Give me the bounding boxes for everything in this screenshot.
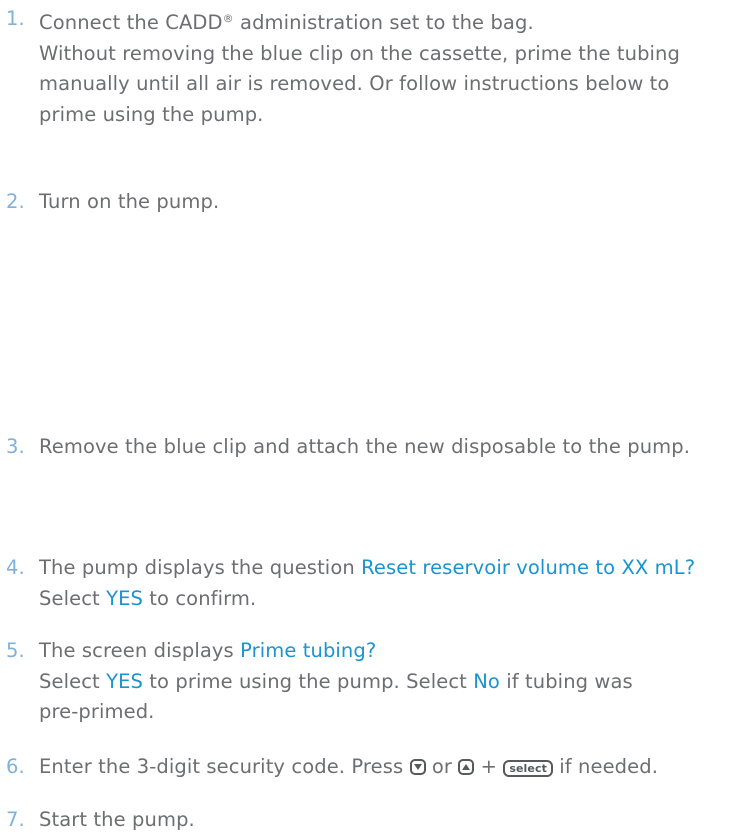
up-arrow-key-icon — [458, 759, 475, 775]
option-yes: YES — [106, 669, 143, 693]
step-text: The pump displays the question Reset res… — [39, 556, 696, 610]
option-yes: YES — [106, 586, 143, 610]
down-arrow-key-icon — [409, 759, 426, 775]
step-5: 5. The screen displays Prime tubing? Sel… — [6, 636, 742, 728]
step-text: Enter the 3-digit security code. Press o… — [39, 755, 659, 778]
screen-message: Prime tubing? — [240, 639, 377, 662]
select-key-icon: select — [503, 760, 553, 777]
step-number: 2. — [6, 190, 25, 213]
step-number: 6. — [6, 755, 25, 778]
step-text: The screen displays Prime tubing? Select… — [39, 639, 633, 723]
step-text: Start the pump. — [39, 808, 195, 831]
step-number: 4. — [6, 556, 25, 579]
step-2: 2. Turn on the pump. — [6, 187, 742, 218]
step-6: 6. Enter the 3-digit security code. Pres… — [6, 752, 742, 783]
step-number: 3. — [6, 435, 25, 458]
screen-message: Reset reservoir volume to XX mL? — [361, 556, 696, 579]
step-number: 7. — [6, 808, 25, 831]
option-no: No — [473, 669, 500, 693]
step-1: 1. Connect the CADD® administration set … — [6, 4, 742, 130]
step-7: 7. Start the pump. — [6, 805, 742, 836]
step-text: Connect the CADD® administration set to … — [39, 11, 680, 126]
step-number: 1. — [6, 7, 25, 30]
step-3: 3. Remove the blue clip and attach the n… — [6, 432, 742, 463]
step-4: 4. The pump displays the question Reset … — [6, 553, 742, 614]
step-text: Remove the blue clip and attach the new … — [39, 435, 691, 458]
step-number: 5. — [6, 639, 25, 662]
step-text: Turn on the pump. — [39, 190, 220, 213]
